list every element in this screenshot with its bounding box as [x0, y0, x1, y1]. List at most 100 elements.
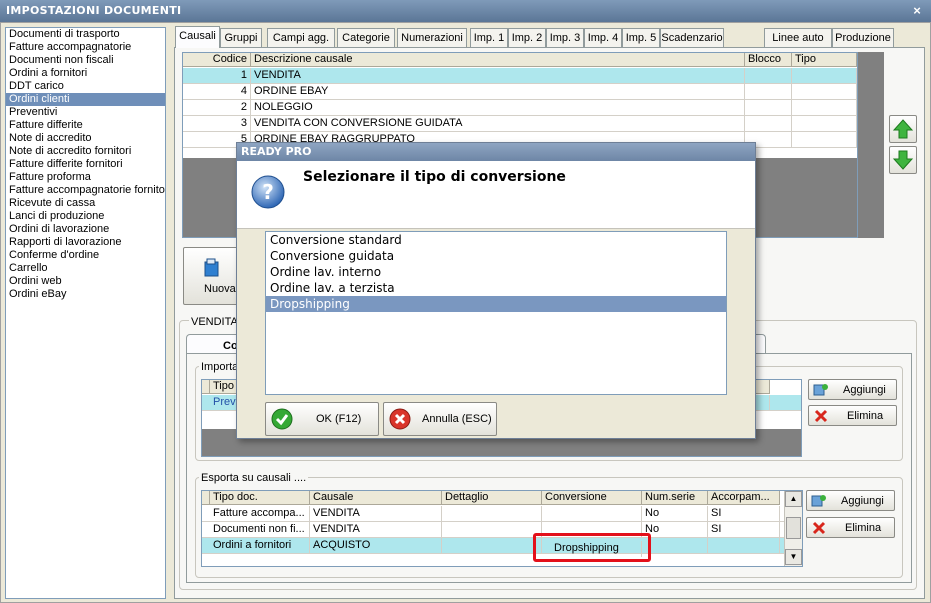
sidebar-item[interactable]: Lanci di produzione — [6, 210, 165, 223]
importa-delete-button[interactable]: Elimina — [808, 405, 897, 426]
cell-causale: VENDITA — [310, 506, 442, 522]
esporta-grid[interactable]: Tipo doc. Causale Dettaglio Conversione … — [201, 490, 803, 567]
tab-imp-2[interactable]: Imp. 2 — [508, 28, 546, 48]
cell-descrizione: NOLEGGIO — [251, 100, 745, 116]
cell-tipo: Ordini a fornitori — [210, 538, 310, 554]
tab-gruppi[interactable]: Gruppi — [220, 28, 262, 48]
tab-produzione[interactable]: Produzione — [832, 28, 894, 48]
sidebar-item[interactable]: DDT carico — [6, 80, 165, 93]
column-header-codice[interactable]: Codice — [183, 53, 251, 67]
column-header-num-serie[interactable]: Num.serie — [642, 491, 708, 505]
sidebar-item[interactable]: Ordini a fornitori — [6, 67, 165, 80]
column-header-dettaglio[interactable]: Dettaglio — [442, 491, 542, 505]
cell-accorpam: SI — [708, 506, 780, 522]
column-header-tipo-doc[interactable]: Tipo doc. — [210, 491, 310, 505]
sidebar-item[interactable]: Fatture proforma — [6, 171, 165, 184]
close-icon[interactable]: × — [909, 3, 925, 19]
sidebar-item[interactable]: Conferme d'ordine — [6, 249, 165, 262]
cell-tipo — [792, 132, 857, 148]
esporta-delete-button[interactable]: Elimina — [806, 517, 895, 538]
tab-imp-1[interactable]: Imp. 1 — [470, 28, 508, 48]
dropshipping-highlight — [533, 533, 651, 562]
conversion-option[interactable]: Conversione guidata — [266, 248, 726, 264]
importa-add-button[interactable]: Aggiungi — [808, 379, 897, 400]
conversion-type-list[interactable]: Conversione standard Conversione guidata O… — [265, 231, 727, 395]
conversion-option[interactable]: Dropshipping — [266, 296, 726, 312]
esporta-delete-label: Elimina — [845, 522, 882, 534]
cell-codice: 4 — [183, 84, 251, 100]
sidebar-item[interactable]: Ordini web — [6, 275, 165, 288]
sidebar-item[interactable]: Fatture differite — [6, 119, 165, 132]
sidebar-item[interactable]: Ordini clienti — [6, 93, 165, 106]
table-row[interactable]: 1 VENDITA — [183, 68, 857, 84]
dialog-title: READY PRO — [237, 143, 755, 161]
sidebar-item[interactable]: Ricevute di cassa — [6, 197, 165, 210]
cell-tipo — [792, 68, 857, 84]
cell-tipo — [792, 116, 857, 132]
scroll-thumb[interactable] — [786, 517, 801, 539]
sidebar-item[interactable]: Ordini di lavorazione — [6, 223, 165, 236]
sidebar-item[interactable]: Fatture accompagnatorie fornito — [6, 184, 165, 197]
scroll-up-icon[interactable]: ▲ — [785, 491, 802, 507]
table-row[interactable]: Fatture accompa... VENDITA No SI — [202, 506, 784, 522]
tab-imp-4[interactable]: Imp. 4 — [584, 28, 622, 48]
document-type-list[interactable]: Documenti di trasporto Fatture accompagna… — [5, 27, 166, 599]
conversion-option[interactable]: Conversione standard — [266, 232, 726, 248]
cell-blocco — [745, 68, 792, 84]
column-header-accorpamento[interactable]: Accorpam... — [708, 491, 780, 505]
cell-tipo — [792, 84, 857, 100]
column-header-tipo[interactable]: Tipo — [792, 53, 857, 67]
table-row[interactable]: 2 NOLEGGIO — [183, 100, 857, 116]
sidebar-item[interactable]: Preventivi — [6, 106, 165, 119]
cell-numserie — [642, 538, 708, 554]
conversion-option[interactable]: Ordine lav. a terzista — [266, 280, 726, 296]
column-header-conversione[interactable]: Conversione — [542, 491, 642, 505]
scroll-down-icon[interactable]: ▼ — [785, 549, 802, 565]
cell-numserie: No — [642, 506, 708, 522]
tab-scadenzario[interactable]: Scadenzario — [660, 28, 724, 48]
tab-imp-3[interactable]: Imp. 3 — [546, 28, 584, 48]
arrow-down-icon — [892, 150, 914, 170]
sidebar-item[interactable]: Documenti non fiscali — [6, 54, 165, 67]
sidebar-item[interactable]: Documenti di trasporto — [6, 28, 165, 41]
tab-imp-5[interactable]: Imp. 5 — [622, 28, 660, 48]
add-row-icon — [813, 384, 828, 396]
column-header-causale[interactable]: Causale — [310, 491, 442, 505]
new-causale-button[interactable]: Nuova — [183, 247, 239, 305]
cell-dettaglio — [442, 538, 542, 554]
table-row[interactable]: 3 VENDITA CON CONVERSIONE GUIDATA — [183, 116, 857, 132]
sidebar-item[interactable]: Note di accredito — [6, 132, 165, 145]
tab-campi-agg-[interactable]: Campi agg. — [267, 28, 335, 48]
window-title: IMPOSTAZIONI DOCUMENTI — [0, 0, 931, 22]
sidebar-item[interactable]: Rapporti di lavorazione — [6, 236, 165, 249]
tab-numerazioni[interactable]: Numerazioni — [397, 28, 467, 48]
cell-blocco — [745, 84, 792, 100]
move-down-button[interactable] — [889, 146, 917, 174]
conversion-dialog: READY PRO ? Selezionare il tipo di conve… — [236, 142, 756, 439]
tab-linee-auto[interactable]: Linee auto — [764, 28, 832, 48]
cell-causale: VENDITA — [310, 522, 442, 538]
sidebar-item[interactable]: Fatture differite fornitori — [6, 158, 165, 171]
table-row[interactable]: 4 ORDINE EBAY — [183, 84, 857, 100]
move-up-button[interactable] — [889, 115, 917, 143]
column-header-descrizione[interactable]: Descrizione causale — [251, 53, 745, 67]
cancel-button[interactable]: Annulla (ESC) — [383, 402, 497, 436]
ok-button[interactable]: OK (F12) — [265, 402, 379, 436]
table-row[interactable]: Ordini a fornitori ACQUISTO Dropshipping — [202, 538, 784, 557]
tab-categorie[interactable]: Categorie — [337, 28, 395, 48]
importa-delete-label: Elimina — [847, 410, 884, 422]
cell-tipo: Documenti non fi... — [210, 522, 310, 538]
add-row-icon — [811, 495, 826, 507]
esporta-add-button[interactable]: Aggiungi — [806, 490, 895, 511]
esporta-scrollbar[interactable]: ▲ ▼ — [784, 491, 802, 566]
sidebar-item[interactable]: Ordini eBay — [6, 288, 165, 301]
sidebar-item[interactable]: Fatture accompagnatorie — [6, 41, 165, 54]
conversion-option[interactable]: Ordine lav. interno — [266, 264, 726, 280]
column-header-blocco[interactable]: Blocco — [745, 53, 792, 67]
causale-detail-label: VENDITA — [189, 316, 240, 328]
table-row[interactable]: Documenti non fi... VENDITA No SI — [202, 522, 784, 538]
cancel-button-label: Annulla (ESC) — [422, 413, 492, 425]
sidebar-item[interactable]: Carrello — [6, 262, 165, 275]
tab-causali[interactable]: Causali — [175, 26, 220, 48]
sidebar-item[interactable]: Note di accredito fornitori — [6, 145, 165, 158]
